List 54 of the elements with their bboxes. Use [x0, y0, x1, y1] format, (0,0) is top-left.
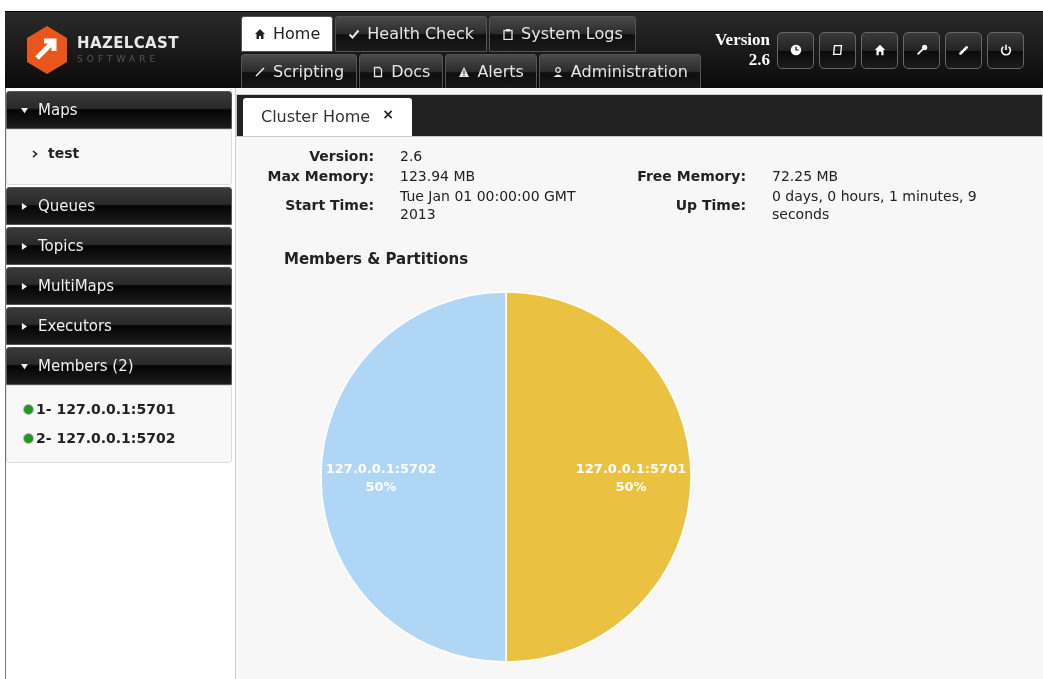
toolbar-button[interactable] [777, 31, 814, 69]
version-label: Version [714, 30, 770, 50]
toolbar-button[interactable] [819, 31, 856, 69]
info-value: Tue Jan 01 00:00:00 GMT 2013 [400, 187, 577, 223]
key-icon [914, 43, 929, 57]
warning-icon [458, 66, 471, 78]
nav-tab[interactable]: Home [241, 16, 334, 52]
clipboard-icon [502, 28, 515, 40]
accordion-header[interactable]: Maps [6, 91, 232, 129]
chart-title: Members & Partitions [284, 249, 470, 270]
clock-icon [788, 43, 803, 57]
nav-tab[interactable]: Docs [359, 54, 444, 88]
toolbar-button[interactable] [987, 31, 1024, 69]
pen-icon [254, 66, 266, 78]
accordion-header[interactable]: Executors [6, 307, 232, 345]
nav-tab[interactable]: Health Check [335, 16, 488, 52]
info-label: Up Time: [674, 196, 746, 214]
accordion-header[interactable]: Topics [6, 227, 232, 265]
logo-tagline: SOFTWARE [77, 55, 161, 64]
member-item[interactable]: 2- 127.0.0.1:5702 [36, 428, 176, 449]
close-button[interactable]: × [382, 103, 394, 125]
logo-icon [25, 25, 69, 75]
chevron-right-icon [32, 149, 38, 158]
info-label: Max Memory: [266, 167, 374, 185]
logo-name: HAZELCAST [77, 36, 179, 51]
accordion-header[interactable]: Members (2) [6, 347, 232, 385]
nav-tab[interactable]: Administration [538, 54, 701, 88]
accordion-header[interactable]: MultiMaps [6, 267, 232, 305]
info-label: Version: [308, 147, 374, 165]
home-icon [254, 28, 266, 40]
info-value: 0 days, 0 hours, 1 minutes, 9 seconds [772, 187, 978, 223]
content-tab[interactable]: Cluster Home × [243, 98, 412, 136]
document-icon [372, 66, 385, 78]
info-value: 72.25 MB [772, 167, 840, 185]
info-value: 2.6 [400, 147, 424, 165]
slice-label: 127.0.0.1:5701 50% [575, 460, 687, 494]
info-label: Start Time: [284, 196, 374, 214]
check-icon [348, 28, 361, 40]
power-icon [998, 43, 1013, 57]
user-icon [551, 66, 564, 78]
info-label: Free Memory: [636, 167, 746, 185]
member-item[interactable]: 1- 127.0.0.1:5701 [36, 399, 176, 420]
home-icon [872, 43, 887, 57]
tab-title: Cluster Home [261, 106, 371, 128]
nav-tab[interactable]: Alerts [445, 54, 537, 88]
toolbar-button[interactable] [861, 31, 898, 69]
toolbar-button[interactable] [903, 31, 940, 69]
map-item[interactable]: test [23, 143, 215, 164]
slice-label: 127.0.0.1:5702 50% [325, 460, 437, 494]
info-value: 123.94 MB [400, 167, 477, 185]
nav-tab[interactable]: Scripting [241, 54, 358, 88]
nav-tab[interactable]: System Logs [489, 16, 636, 52]
version-number: 2.6 [748, 50, 770, 70]
accordion-header[interactable]: Queues [6, 187, 232, 225]
